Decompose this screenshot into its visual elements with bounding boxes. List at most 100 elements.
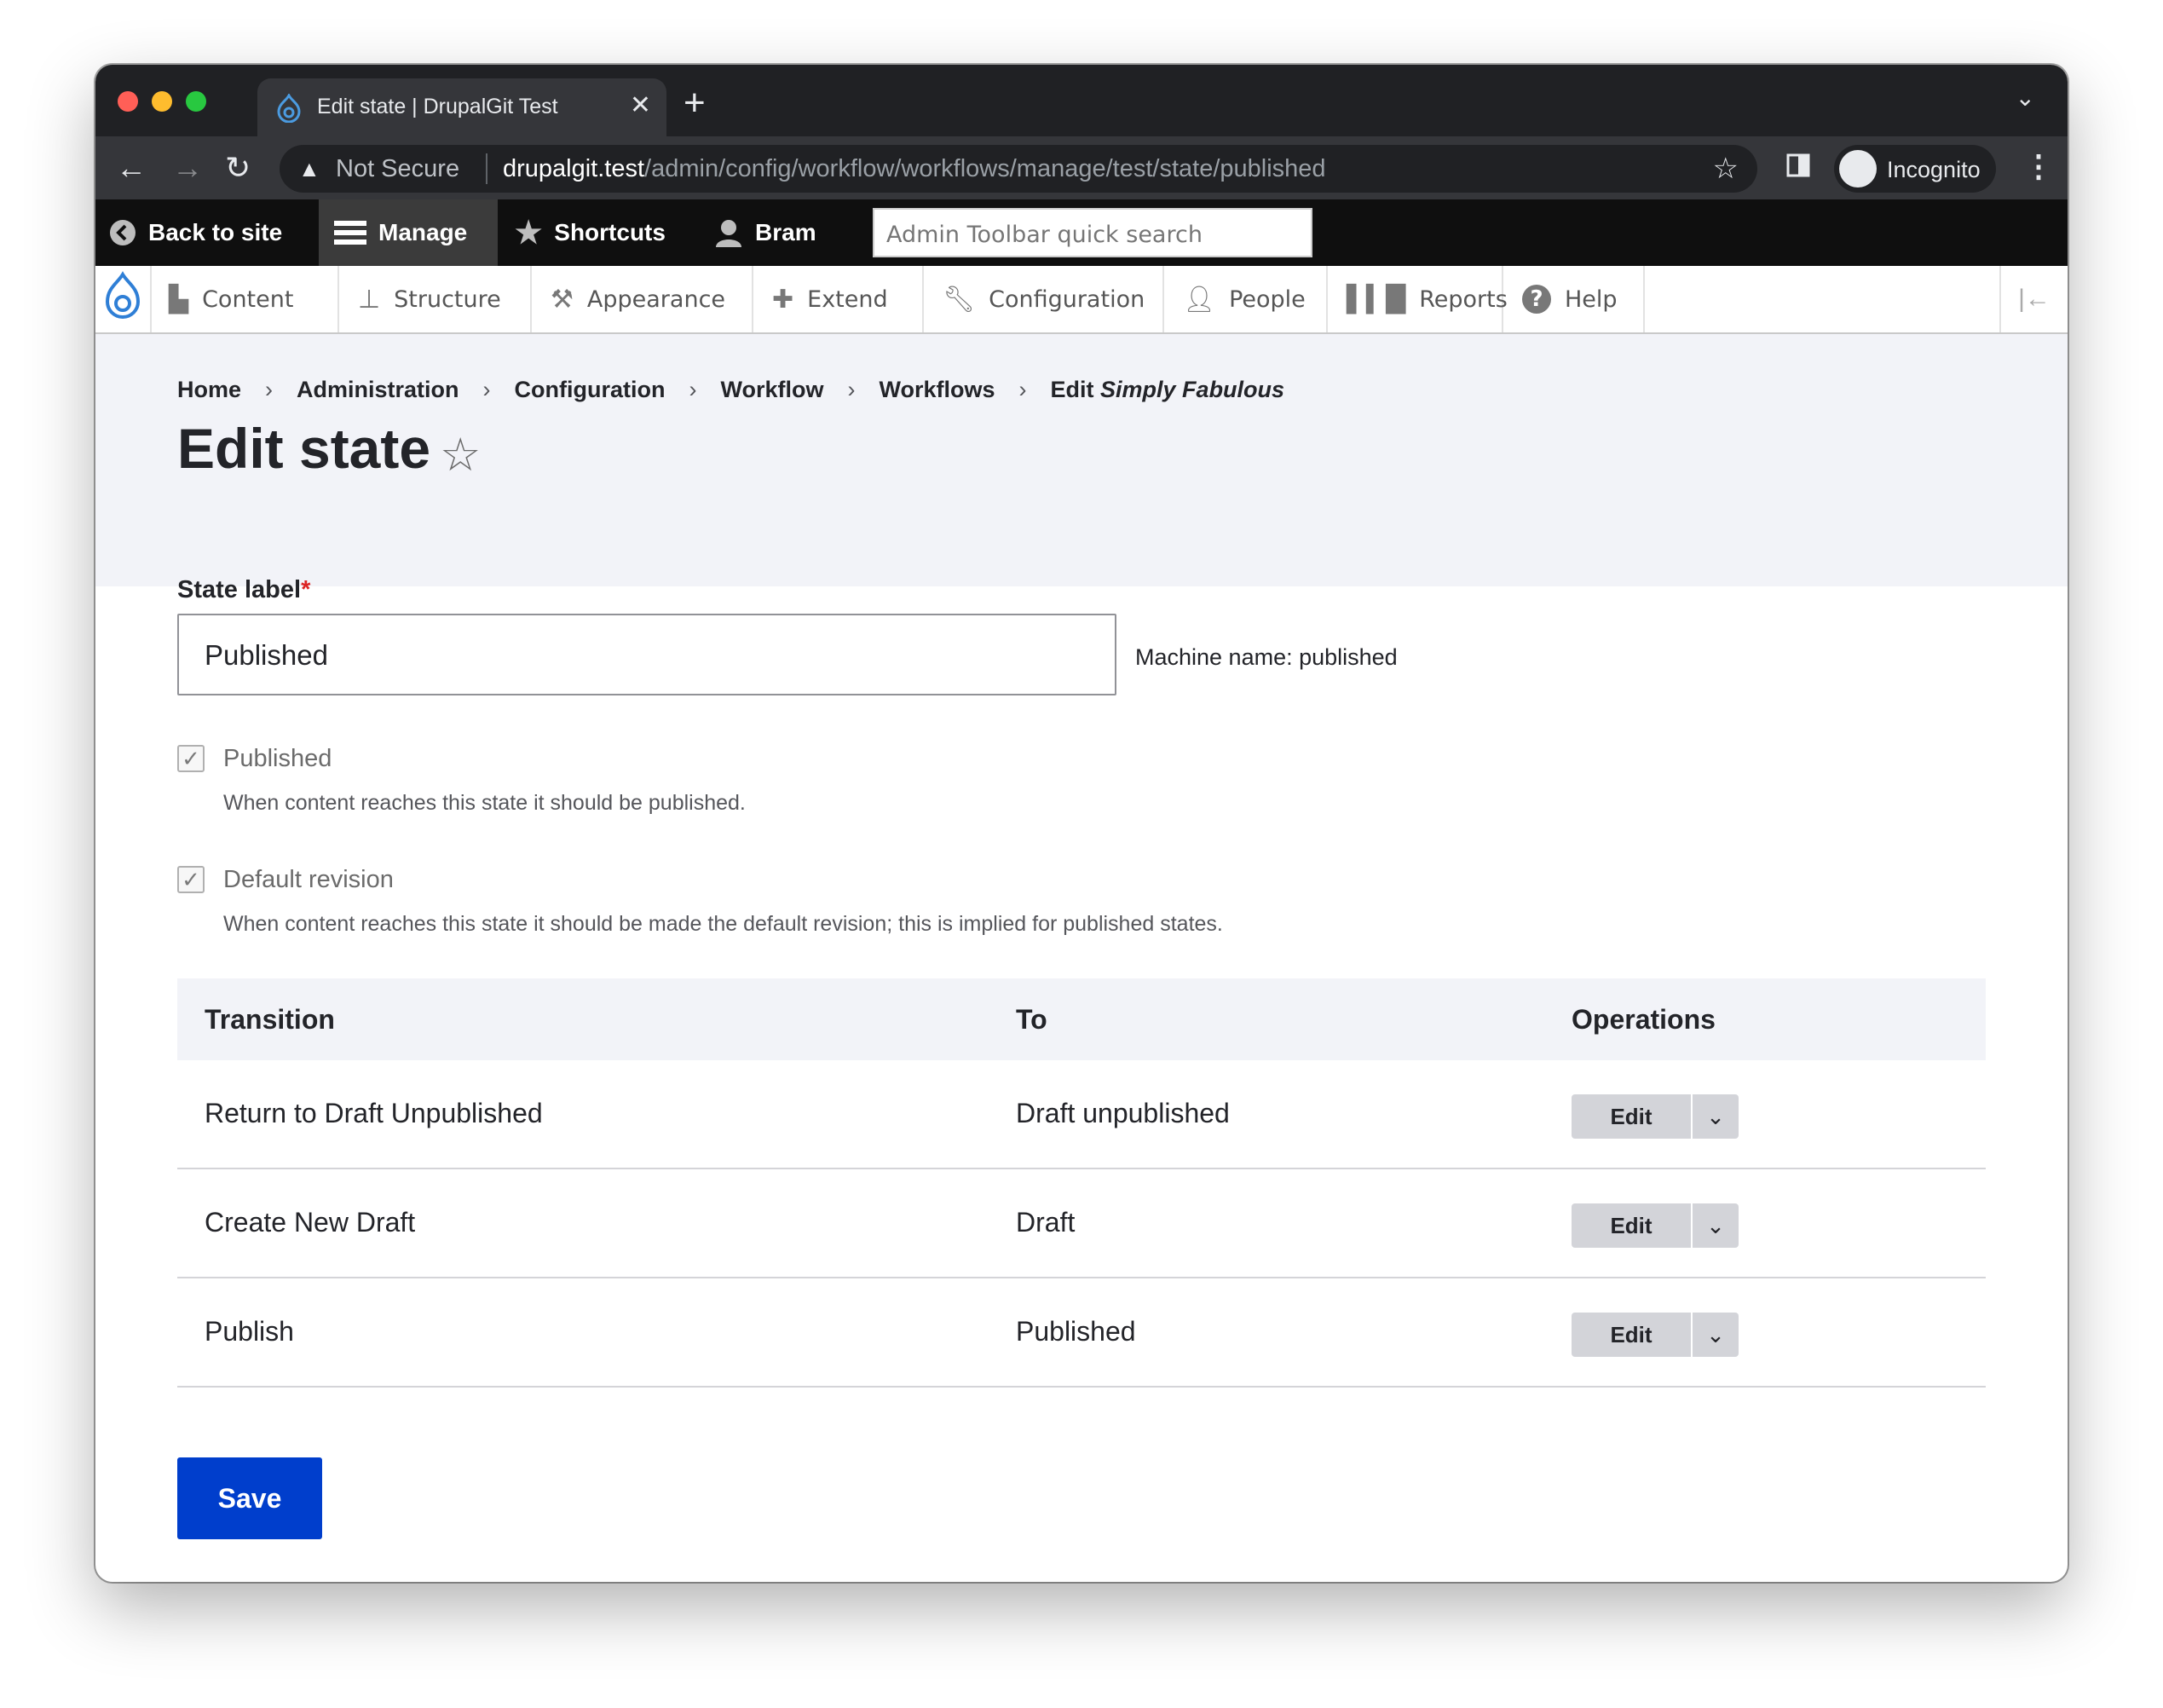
- collapse-tray-icon[interactable]: |←: [1999, 266, 2068, 332]
- transition-cell: Create New Draft: [205, 1207, 416, 1238]
- shortcuts-tab[interactable]: ★ Shortcuts: [515, 199, 666, 266]
- admin-toolbar: Back to site Manage ★ Shortcuts Bram Adm…: [95, 199, 2068, 266]
- reports-icon: ▌▍█: [1347, 284, 1406, 314]
- hamburger-icon: [334, 221, 366, 245]
- browser-tab[interactable]: Edit state | DrupalGit Test ✕: [257, 78, 666, 136]
- security-label: Not Secure: [336, 155, 460, 182]
- chevron-down-icon[interactable]: ⌄: [1693, 1094, 1739, 1139]
- tray-item-help[interactable]: ? Help: [1503, 266, 1645, 332]
- page-header: Home › Administration › Configuration › Workfl…: [95, 334, 2068, 586]
- state-label-input[interactable]: Published: [177, 614, 1116, 695]
- address-bar-row: ← → ↻ ▲ Not Secure drupalgit.test/admin/…: [95, 136, 2068, 199]
- incognito-badge[interactable]: Incognito: [1834, 145, 1996, 193]
- tray-item-appearance[interactable]: ⚒ Appearance: [532, 266, 753, 332]
- edit-button[interactable]: Edit: [1572, 1203, 1691, 1248]
- user-icon: [716, 220, 741, 247]
- tray-item-configuration[interactable]: 🔧︎ Configuration: [924, 266, 1164, 332]
- people-icon: 👤︎: [1183, 284, 1216, 314]
- column-header-to: To: [1016, 1004, 1047, 1035]
- to-cell: Draft: [1016, 1207, 1076, 1238]
- forward-arrow-icon[interactable]: →: [172, 150, 203, 186]
- back-to-site-link[interactable]: Back to site: [109, 199, 282, 266]
- table-row: Create New Draft Draft Edit ⌄: [177, 1169, 1986, 1278]
- drupal-logo-icon[interactable]: [95, 266, 152, 332]
- bookmark-star-icon[interactable]: ☆: [1713, 152, 1739, 186]
- star-icon: ★: [515, 215, 543, 250]
- configuration-icon: 🔧︎: [943, 284, 976, 314]
- chevron-down-icon[interactable]: ⌄: [1693, 1313, 1739, 1357]
- url-separator: [486, 153, 487, 184]
- browser-menu-icon[interactable]: ⋮: [2023, 148, 2054, 184]
- required-marker: *: [301, 576, 311, 603]
- side-panel-icon[interactable]: [1786, 153, 1810, 177]
- save-button[interactable]: Save: [177, 1457, 322, 1539]
- published-checkbox-label: Published: [223, 745, 332, 772]
- tray-item-content[interactable]: ▙ Content: [150, 266, 339, 332]
- default-revision-checkbox[interactable]: ✓: [177, 866, 205, 893]
- breadcrumb-workflows[interactable]: Workflows: [880, 377, 995, 402]
- admin-menu-tray: ▙ Content ⊥ Structure ⚒ Appearance ✚ Ext…: [95, 266, 2068, 334]
- back-circle-icon: [110, 220, 136, 245]
- table-row: Return to Draft Unpublished Draft unpubl…: [177, 1060, 1986, 1169]
- state-label-heading: State label*: [177, 576, 311, 603]
- breadcrumb-edit-workflow[interactable]: Edit Simply Fabulous: [1051, 377, 1285, 402]
- incognito-icon: [1839, 150, 1877, 188]
- tray-item-reports[interactable]: ▌▍█ Reports: [1328, 266, 1508, 332]
- shortcuts-label: Shortcuts: [554, 219, 666, 245]
- breadcrumb: Home › Administration › Configuration › Workfl…: [177, 377, 1285, 402]
- structure-icon: ⊥: [358, 284, 381, 314]
- operations-dropbutton: Edit ⌄: [1572, 1203, 1739, 1248]
- manage-tab[interactable]: Manage: [319, 199, 498, 266]
- new-tab-button[interactable]: +: [684, 82, 706, 124]
- breadcrumb-administration[interactable]: Administration: [297, 377, 459, 402]
- breadcrumb-configuration[interactable]: Configuration: [515, 377, 666, 402]
- transitions-table-header: Transition To Operations: [177, 978, 1986, 1060]
- column-header-operations: Operations: [1572, 1004, 1716, 1035]
- warning-triangle-icon: ▲: [298, 156, 320, 182]
- tray-item-people[interactable]: 👤︎ People: [1164, 266, 1328, 332]
- back-to-site-label: Back to site: [148, 219, 283, 245]
- edit-button[interactable]: Edit: [1572, 1094, 1691, 1139]
- breadcrumb-workflow[interactable]: Workflow: [721, 377, 824, 402]
- user-tab[interactable]: Bram: [714, 199, 816, 266]
- manage-label: Manage: [378, 219, 468, 245]
- help-icon: ?: [1522, 285, 1551, 314]
- toolbar-search-input[interactable]: Admin Toolbar quick search: [873, 208, 1312, 257]
- extend-icon: ✚: [772, 284, 794, 314]
- tab-search-chevron-icon[interactable]: ⌄: [2016, 84, 2035, 112]
- published-description: When content reaches this state it shoul…: [223, 791, 746, 815]
- url-bar[interactable]: ▲ Not Secure drupalgit.test/admin/config…: [280, 145, 1757, 193]
- tab-strip: Edit state | DrupalGit Test ✕ + ⌄: [95, 65, 2068, 136]
- to-cell: Draft unpublished: [1016, 1098, 1230, 1128]
- tray-item-extend[interactable]: ✚ Extend: [753, 266, 924, 332]
- url-text: drupalgit.test/admin/config/workflow/wor…: [503, 155, 1326, 182]
- user-label: Bram: [755, 219, 816, 245]
- default-revision-label: Default revision: [223, 866, 394, 893]
- page-title: Edit state: [177, 417, 431, 480]
- to-cell: Published: [1016, 1316, 1136, 1347]
- drupal-favicon-icon: [277, 94, 301, 123]
- content-icon: ▙: [169, 284, 189, 314]
- tray-item-structure[interactable]: ⊥ Structure: [339, 266, 532, 332]
- column-header-transition: Transition: [205, 1004, 335, 1035]
- operations-dropbutton: Edit ⌄: [1572, 1094, 1739, 1139]
- edit-button[interactable]: Edit: [1572, 1313, 1691, 1357]
- reload-icon[interactable]: ↻: [225, 150, 251, 186]
- browser-window: Edit state | DrupalGit Test ✕ + ⌄ ← → ↻ …: [95, 65, 2068, 1582]
- tab-close-icon[interactable]: ✕: [630, 90, 651, 120]
- table-row: Publish Published Edit ⌄: [177, 1278, 1986, 1388]
- close-window-button[interactable]: [118, 91, 138, 112]
- shortcut-star-icon[interactable]: ☆: [440, 428, 481, 482]
- transition-cell: Return to Draft Unpublished: [205, 1098, 543, 1128]
- appearance-icon: ⚒: [551, 284, 574, 314]
- default-revision-description: When content reaches this state it shoul…: [223, 912, 1223, 936]
- operations-dropbutton: Edit ⌄: [1572, 1313, 1739, 1357]
- published-checkbox[interactable]: ✓: [177, 745, 205, 772]
- chevron-down-icon[interactable]: ⌄: [1693, 1203, 1739, 1248]
- breadcrumb-home[interactable]: Home: [177, 377, 241, 402]
- zoom-window-button[interactable]: [186, 91, 206, 112]
- back-arrow-icon[interactable]: ←: [116, 150, 147, 186]
- minimize-window-button[interactable]: [152, 91, 172, 112]
- transition-cell: Publish: [205, 1316, 294, 1347]
- machine-name: Machine name: published: [1135, 644, 1398, 670]
